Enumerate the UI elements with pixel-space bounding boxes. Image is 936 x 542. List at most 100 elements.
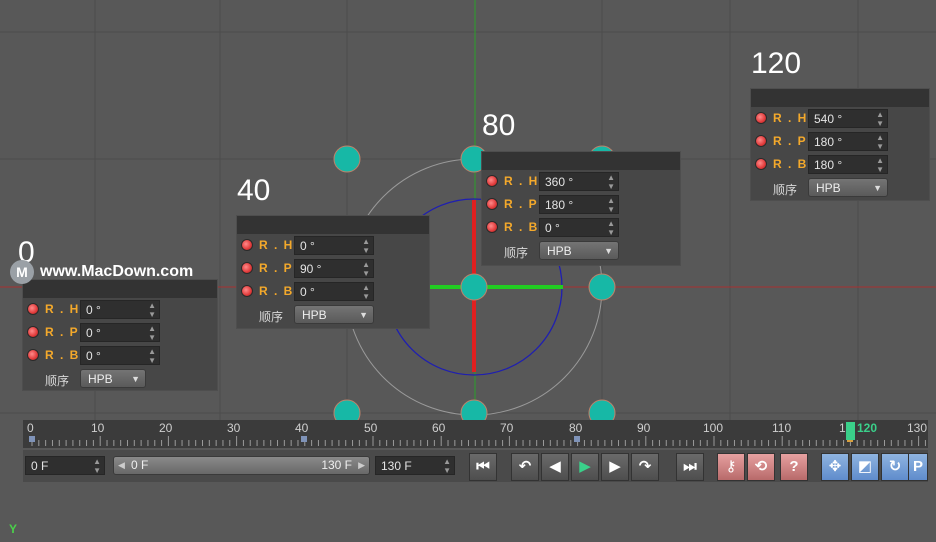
rotation-h-field[interactable]: 360 ° ▲ ▼ [539,172,619,191]
spinner-icon[interactable]: ▲ ▼ [362,283,370,301]
spinner-icon[interactable]: ▲ ▼ [876,133,884,151]
spinner-icon[interactable]: ▲ ▼ [443,457,451,475]
end-frame-field[interactable]: 130 F ▲ ▼ [375,456,455,475]
spinner-icon[interactable]: ▲ ▼ [93,457,101,475]
rotation-p-row: R . P0 ° ▲ ▼ [23,321,217,344]
keyframe-dot-icon[interactable] [27,303,39,315]
scale-tool-button[interactable]: ◩ [851,453,879,481]
next-key-button[interactable]: ↷ [631,453,659,481]
param-label: R . P [45,325,80,339]
param-label: R . H [259,238,294,252]
rotation-b-field[interactable]: 0 ° ▲ ▼ [539,218,619,237]
keyframe-dot-icon[interactable] [241,239,253,251]
tick-label: 30 [227,421,241,435]
preview-range-slider[interactable]: ◀ 0 F 130 F ▶ [113,456,370,475]
go-to-end-button[interactable]: ⏭ [676,453,704,481]
next-frame-button[interactable]: ▶ [601,453,629,481]
keyframe-dot-icon[interactable] [27,349,39,361]
spinner-icon[interactable]: ▲ ▼ [362,260,370,278]
spinner-icon[interactable]: ▲ ▼ [607,219,615,237]
rotation-p-field[interactable]: 90 ° ▲ ▼ [294,259,374,278]
chevron-down-icon: ▼ [873,183,882,193]
rotation-h-row: R . H0 ° ▲ ▼ [237,234,429,257]
rotation-b-row: R . B0 ° ▲ ▼ [237,280,429,303]
question-icon: ? [789,458,799,475]
rotation-h-row: R . H 540 ° ▲ ▼ [751,107,929,130]
play-button[interactable]: ▶ [571,453,599,481]
rotation-panel: R . H 360 ° ▲ ▼ R . P 180 ° ▲ ▼ R . B0 ° ▲ ▼ 顺序 H… [482,152,680,265]
param-label: R . B [259,284,294,298]
spinner-icon[interactable]: ▲ ▼ [607,173,615,191]
order-label: 顺序 [773,183,798,197]
rotation-b-field[interactable]: 180 ° ▲ ▼ [808,155,888,174]
play-icon: ▶ [579,458,591,475]
move-icon: ✥ [828,458,842,475]
range-right-arrow-icon[interactable]: ▶ [358,457,365,474]
keyframe-label: 40 [237,174,271,207]
record-keys-button[interactable]: ⚷ [717,453,745,481]
rotation-panel: R . H0 ° ▲ ▼ R . P 90 ° ▲ ▼ R . B0 ° ▲ ▼ 顺序 HPB ▼ [237,216,429,328]
rotation-b-field[interactable]: 0 ° ▲ ▼ [80,346,160,365]
autokey-button[interactable]: ⟲ [747,453,775,481]
timeline-ruler[interactable]: 0 10 20 30 40 50 60 70 80 90 100 110 1 1… [23,420,928,448]
param-label: R . B [504,220,539,234]
key-help-button[interactable]: ? [780,453,808,481]
rotation-p-field[interactable]: 0 ° ▲ ▼ [80,323,160,342]
previous-key-button[interactable]: ↶ [511,453,539,481]
tick-label: 50 [364,421,378,435]
spinner-icon[interactable]: ▲ ▼ [148,301,156,319]
rotation-p-field[interactable]: 180 ° ▲ ▼ [808,132,888,151]
keyframe-dot-icon[interactable] [755,112,767,124]
spinner-icon[interactable]: ▲ ▼ [148,324,156,342]
rotation-b-row: R . B0 ° ▲ ▼ [23,344,217,367]
spinner-icon[interactable]: ▲ ▼ [362,237,370,255]
tick-label: 0 [27,421,34,435]
spinner-icon[interactable]: ▲ ▼ [607,196,615,214]
panel-header [237,216,429,234]
rotation-h-field[interactable]: 0 ° ▲ ▼ [294,236,374,255]
parameter-button[interactable]: P [908,453,928,481]
order-label: 顺序 [45,374,70,388]
range-left-arrow-icon[interactable]: ◀ [118,457,125,474]
transport-bar: 0 F ▲ ▼ ◀ 0 F 130 F ▶ 130 F ▲ ▼ ⏮ ↶ ◀ ▶ ▶ ↷ … [23,450,928,482]
macdown-logo-icon: M [10,260,34,284]
keyframe-dot-icon[interactable] [755,135,767,147]
rotation-b-row: R . B 180 ° ▲ ▼ [751,153,929,176]
keyframe-label: 80 [482,109,516,142]
go-to-start-button[interactable]: ⏮ [469,453,497,481]
param-label: R . H [504,174,539,188]
keyframe-dot-icon[interactable] [27,326,39,338]
chevron-down-icon: ▼ [131,374,140,384]
tick-label: 90 [637,421,651,435]
rotation-order-select[interactable]: HPB ▼ [808,178,888,197]
start-frame-field[interactable]: 0 F ▲ ▼ [25,456,105,475]
tick-label: 130 [907,421,928,435]
keyframe-dot-icon[interactable] [241,285,253,297]
keyframe-dot-icon[interactable] [486,198,498,210]
spinner-icon[interactable]: ▲ ▼ [148,347,156,365]
keyframe-dot-icon[interactable] [486,221,498,233]
keyframe-dot-icon[interactable] [755,158,767,170]
keyframe-marker-icon [301,436,307,442]
rotation-order-select[interactable]: HPB ▼ [80,369,146,388]
spinner-icon[interactable]: ▲ ▼ [876,110,884,128]
rotate-tool-button[interactable]: ↻ [881,453,909,481]
next-frame-icon: ▶ [609,458,621,475]
move-tool-button[interactable]: ✥ [821,453,849,481]
rotation-h-field[interactable]: 0 ° ▲ ▼ [80,300,160,319]
keyframe-dot-icon[interactable] [241,262,253,274]
param-label: R . H [773,111,808,125]
rotation-h-field[interactable]: 540 ° ▲ ▼ [808,109,888,128]
range-end-label: 130 F [321,458,352,472]
rotation-b-field[interactable]: 0 ° ▲ ▼ [294,282,374,301]
rotation-p-field[interactable]: 180 ° ▲ ▼ [539,195,619,214]
rotation-p-row: R . P 90 ° ▲ ▼ [237,257,429,280]
tick-label: 80 [569,421,583,435]
spinner-icon[interactable]: ▲ ▼ [876,156,884,174]
keyframe-dot-icon[interactable] [486,175,498,187]
previous-frame-button[interactable]: ◀ [541,453,569,481]
param-label: R . H [45,302,80,316]
param-label: R . B [773,157,808,171]
rotation-order-select[interactable]: HPB ▼ [539,241,619,260]
rotation-order-select[interactable]: HPB ▼ [294,305,374,324]
